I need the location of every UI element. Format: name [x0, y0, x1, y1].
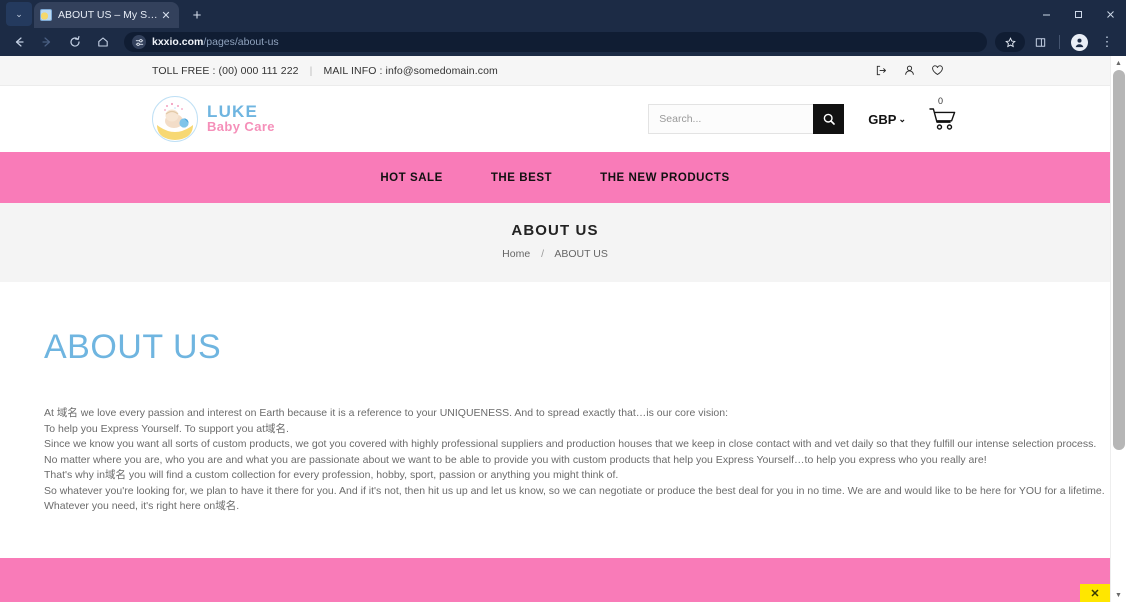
cart-button[interactable]: 0: [928, 96, 958, 132]
main-navigation: HOT SALE THE BEST THE NEW PRODUCTS: [0, 152, 1110, 203]
article-paragraph: Whatever you need, it's right here on域名.: [44, 500, 240, 512]
baby-logo-icon: [152, 96, 198, 142]
currency-value: GBP: [868, 111, 897, 127]
forward-icon: [34, 30, 60, 54]
popup-close-button[interactable]: ✕: [1080, 584, 1110, 602]
chevron-down-icon: ⌄: [898, 113, 906, 124]
site-settings-icon[interactable]: [132, 35, 146, 49]
scrollbar-thumb[interactable]: [1113, 70, 1125, 450]
close-window-button[interactable]: [1094, 0, 1126, 28]
url-host: kxxio.com: [152, 36, 204, 48]
wishlist-heart-icon[interactable]: [930, 64, 944, 78]
tab-title: ABOUT US – My Store: [58, 9, 159, 21]
url-path: /pages/about-us: [203, 36, 279, 48]
site-logo[interactable]: LUKE Baby Care: [152, 96, 275, 142]
browser-tab[interactable]: ABOUT US – My Store ✕: [34, 2, 179, 28]
website-page: TOLL FREE : (00) 000 111 222 | MAIL INFO…: [0, 56, 1110, 602]
home-icon[interactable]: [90, 30, 116, 54]
site-header: LUKE Baby Care GBP ⌄: [0, 86, 1110, 152]
window-controls: [1030, 0, 1126, 28]
maximize-button[interactable]: [1062, 0, 1094, 28]
article-paragraph: So whatever you're looking for, we plan …: [44, 484, 1105, 497]
topbar-icon-group: [874, 64, 944, 78]
topbar-contact: TOLL FREE : (00) 000 111 222 | MAIL INFO…: [152, 65, 498, 77]
header-utilities: GBP ⌄ 0: [648, 96, 958, 134]
article-paragraph: Since we know you want all sorts of cust…: [44, 438, 1097, 450]
article-content: ABOUT US At 域名 we love every passion and…: [0, 282, 1110, 515]
nav-item-hot-sale[interactable]: HOT SALE: [380, 172, 443, 184]
tab-close-icon[interactable]: ✕: [159, 8, 173, 22]
site-topbar: TOLL FREE : (00) 000 111 222 | MAIL INFO…: [0, 56, 1110, 86]
new-tab-button[interactable]: +: [185, 3, 209, 27]
article-paragraph: That's why in域名 you will find a custom c…: [44, 469, 619, 481]
page-title: ABOUT US: [511, 222, 599, 239]
search-form: [648, 104, 845, 134]
breadcrumb-home-link[interactable]: Home: [502, 248, 530, 260]
tab-favicon-icon: [40, 9, 52, 21]
cart-icon: [929, 108, 956, 130]
bookmark-star-icon[interactable]: [995, 32, 1025, 52]
reload-icon[interactable]: [62, 30, 88, 54]
page-banner: ABOUT US Home / ABOUT US: [0, 203, 1110, 282]
split-screen-icon[interactable]: [1027, 30, 1053, 54]
article-paragraph: To help you Express Yourself. To support…: [44, 422, 289, 435]
browser-toolbar: kxxio.com/pages/about-us ⋮: [0, 28, 1126, 56]
account-icon[interactable]: [902, 64, 916, 78]
article-heading: ABOUT US: [44, 328, 222, 366]
logo-secondary-text: Baby Care: [207, 119, 275, 135]
logo-primary-text: LUKE: [207, 101, 259, 121]
toll-free-text: TOLL FREE : (00) 000 111 222: [152, 64, 299, 77]
topbar-separator: |: [309, 64, 313, 77]
minimize-button[interactable]: [1030, 0, 1062, 28]
back-icon[interactable]: [6, 30, 32, 54]
url-text: kxxio.com/pages/about-us: [152, 36, 279, 48]
profile-avatar-button[interactable]: [1066, 30, 1092, 54]
page-scrollbar[interactable]: ▲ ▼: [1110, 56, 1126, 602]
breadcrumb: Home / ABOUT US: [0, 248, 1110, 260]
browser-menu-icon[interactable]: ⋮: [1094, 30, 1120, 54]
mail-info-text: MAIL INFO : info@somedomain.com: [323, 64, 498, 77]
toolbar-actions: ⋮: [995, 30, 1120, 54]
article-paragraph: At 域名 we love every passion and interest…: [44, 407, 728, 419]
breadcrumb-separator: /: [541, 248, 545, 260]
site-footer-top: [0, 557, 1110, 602]
tab-strip: ⌄ ABOUT US – My Store ✕ +: [0, 0, 1126, 28]
cart-count-badge: 0: [938, 96, 944, 106]
search-submit-button[interactable]: [813, 104, 845, 134]
nav-item-the-best[interactable]: THE BEST: [491, 172, 552, 184]
scroll-down-arrow-icon[interactable]: ▼: [1111, 588, 1126, 602]
login-icon[interactable]: [874, 64, 888, 78]
logo-text: LUKE Baby Care: [207, 101, 275, 136]
page-viewport: TOLL FREE : (00) 000 111 222 | MAIL INFO…: [0, 56, 1126, 602]
nav-item-the-new-products[interactable]: THE NEW PRODUCTS: [600, 172, 730, 184]
breadcrumb-current: ABOUT US: [554, 248, 608, 260]
toolbar-divider: [1059, 35, 1060, 49]
tab-search-button[interactable]: ⌄: [6, 2, 32, 26]
address-bar[interactable]: kxxio.com/pages/about-us: [124, 32, 987, 52]
article-paragraph: No matter where you are, who you are and…: [44, 453, 987, 466]
browser-window: ⌄ ABOUT US – My Store ✕ + kxxio.com/page…: [0, 0, 1126, 602]
article-body: At 域名 we love every passion and interest…: [44, 406, 1105, 515]
scroll-up-arrow-icon[interactable]: ▲: [1111, 56, 1126, 70]
currency-selector[interactable]: GBP ⌄: [868, 112, 906, 127]
search-input[interactable]: [648, 104, 814, 134]
avatar: [1070, 33, 1088, 51]
